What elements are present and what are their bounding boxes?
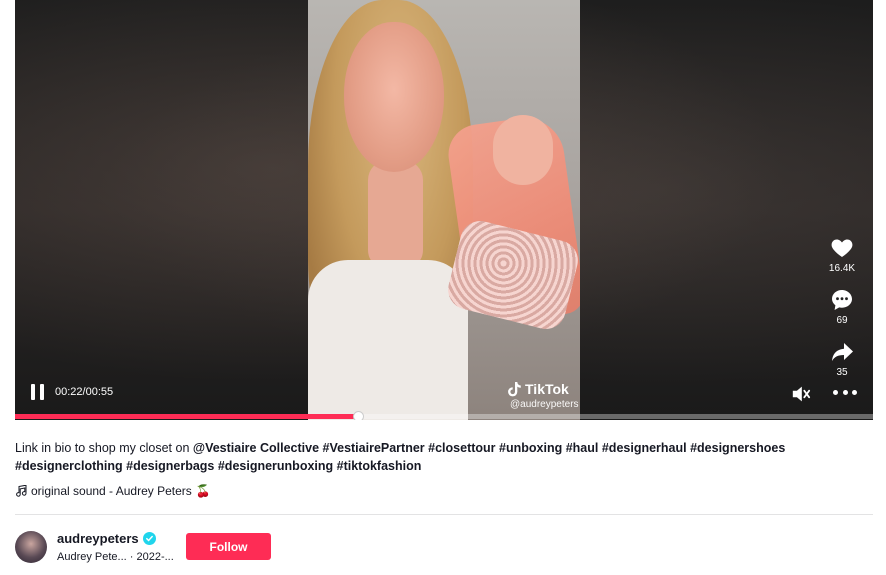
action-bar: 16.4K 69 35 bbox=[825, 236, 859, 392]
muted-speaker-icon[interactable] bbox=[791, 385, 811, 403]
comment-icon bbox=[832, 290, 852, 310]
like-button[interactable]: 16.4K bbox=[825, 236, 859, 274]
share-count: 35 bbox=[836, 367, 848, 378]
tiktok-watermark: TikTok @audreypeters bbox=[508, 381, 579, 410]
progress-fill bbox=[15, 414, 358, 419]
music-note-icon bbox=[16, 485, 27, 497]
sound-link[interactable]: original sound - Audrey Peters 🍒 bbox=[15, 484, 211, 498]
hashtag-link[interactable]: #haul bbox=[566, 441, 599, 455]
tiktok-logo-icon bbox=[508, 381, 521, 396]
sound-label: original sound - Audrey Peters bbox=[31, 484, 192, 498]
video-player[interactable]: TikTok @audreypeters 00:22/00:55 16.4K 6… bbox=[15, 0, 873, 420]
video-hand bbox=[493, 115, 553, 185]
video-figure-shirt bbox=[308, 260, 468, 420]
verified-badge-icon bbox=[142, 532, 156, 545]
progress-knob[interactable] bbox=[353, 411, 364, 420]
hashtag-link[interactable]: #VestiairePartner bbox=[323, 441, 425, 455]
divider bbox=[15, 514, 873, 515]
avatar[interactable] bbox=[15, 531, 47, 563]
author-subline: Audrey Pete... · 2022-... bbox=[57, 551, 174, 563]
hashtag-link[interactable]: #tiktokfashion bbox=[337, 459, 422, 473]
hashtag-link[interactable]: #designershoes bbox=[690, 441, 785, 455]
hashtag-link[interactable]: #designerclothing bbox=[15, 459, 123, 473]
progress-bar[interactable] bbox=[15, 411, 873, 420]
share-button[interactable]: 35 bbox=[825, 340, 859, 378]
comment-count: 69 bbox=[836, 315, 848, 326]
more-dots-icon[interactable] bbox=[833, 390, 857, 398]
video-frame[interactable]: TikTok @audreypeters bbox=[308, 0, 580, 420]
video-caption: Link in bio to shop my closet on @Vestia… bbox=[15, 439, 875, 475]
share-icon bbox=[832, 343, 853, 361]
video-figure-face bbox=[344, 22, 444, 172]
comment-button[interactable]: 69 bbox=[825, 288, 859, 326]
playback-time: 00:22/00:55 bbox=[55, 386, 114, 398]
username-text[interactable]: audreypeters bbox=[57, 531, 139, 546]
like-count: 16.4K bbox=[828, 263, 856, 274]
hashtag-link[interactable]: #designerhaul bbox=[602, 441, 687, 455]
watermark-handle: @audreypeters bbox=[510, 399, 579, 410]
caption-text: Link in bio to shop my closet on bbox=[15, 441, 193, 455]
hashtag-link[interactable]: #designerunboxing bbox=[218, 459, 333, 473]
hashtag-link[interactable]: #closettour bbox=[428, 441, 495, 455]
pause-icon[interactable] bbox=[31, 384, 45, 400]
cherry-emoji: 🍒 bbox=[195, 484, 211, 498]
hashtag-link[interactable]: #designerbags bbox=[126, 459, 214, 473]
author-username[interactable]: audreypeters bbox=[57, 531, 156, 546]
caption-mention[interactable]: @Vestiaire Collective bbox=[193, 441, 319, 455]
hashtag-link[interactable]: #unboxing bbox=[499, 441, 562, 455]
follow-button[interactable]: Follow bbox=[186, 533, 271, 560]
heart-icon bbox=[831, 239, 853, 257]
watermark-brand: TikTok bbox=[525, 381, 569, 397]
video-figure-neck bbox=[368, 160, 423, 270]
